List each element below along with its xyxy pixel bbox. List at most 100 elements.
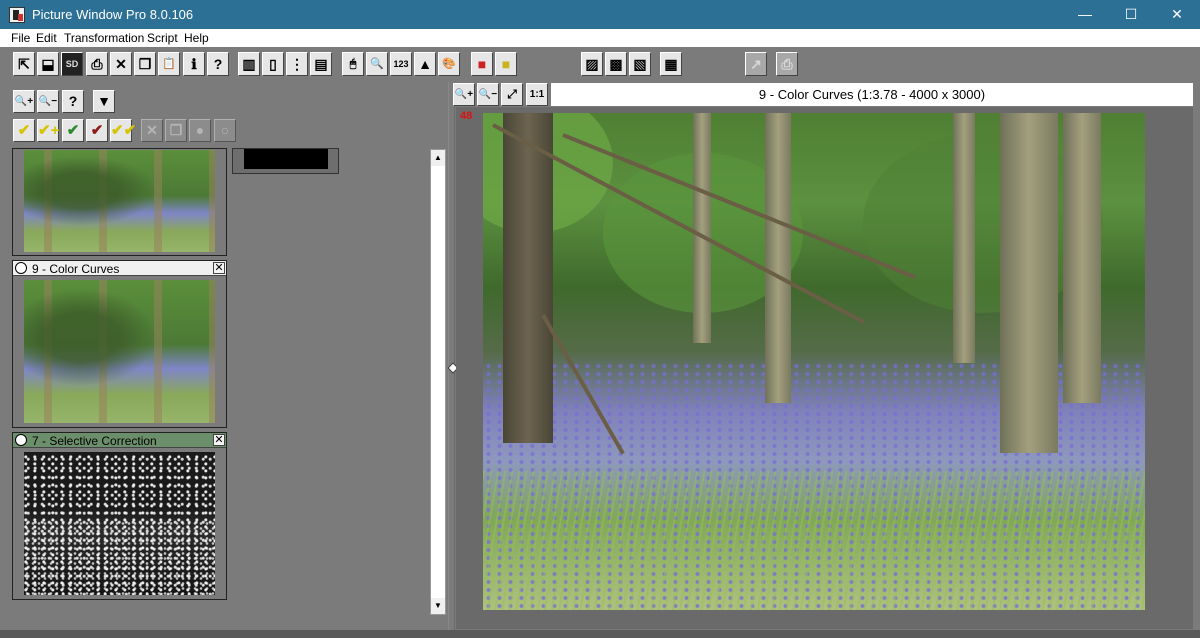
scroll-up-button[interactable]: ▲: [431, 150, 445, 166]
check-yellow-button[interactable]: ✔: [13, 119, 35, 142]
print-button[interactable]: ⎙: [86, 52, 108, 76]
thumbnail-label: 7 - Selective Correction: [32, 434, 157, 448]
layout-left-button[interactable]: ▥: [238, 52, 260, 76]
grid-button[interactable]: ▦: [660, 52, 682, 76]
close-icon: ✕: [214, 262, 224, 274]
close-icon: ✕: [214, 434, 224, 446]
mouse-icon: 🖱: [349, 58, 357, 70]
menu-edit[interactable]: Edit: [36, 31, 57, 45]
info-button[interactable]: ℹ: [183, 52, 205, 76]
graph-button[interactable]: ↗: [745, 52, 767, 76]
hatch-center-button[interactable]: ▩: [605, 52, 627, 76]
title-bar: Picture Window Pro 8.0.106 — ☐ ✕: [0, 0, 1200, 29]
hatch-right-icon: ▧: [633, 56, 647, 72]
scroll-down-button[interactable]: ▼: [431, 598, 445, 614]
mask-speckles: [24, 520, 215, 595]
layout-dots-icon: ⋮: [290, 56, 304, 72]
layout-dots-button[interactable]: ⋮: [286, 52, 308, 76]
thumbnail-image: [244, 149, 328, 169]
menu-help[interactable]: Help: [184, 31, 209, 45]
layout-right-icon: ▤: [314, 56, 328, 72]
palette-button[interactable]: 🎨: [438, 52, 460, 76]
print-icon: ⎙: [91, 56, 103, 72]
mouse-button[interactable]: 🖱: [342, 52, 364, 76]
copy-button[interactable]: ❐: [134, 52, 156, 76]
app-logo-icon: [9, 7, 25, 23]
numeric-button[interactable]: 123: [390, 52, 412, 76]
numeric-icon: 123: [393, 59, 409, 69]
menu-bar: File Edit Transformation Script Help: [0, 29, 1200, 47]
main-image[interactable]: [483, 113, 1145, 610]
copy-icon: ❐: [138, 56, 152, 72]
help-button[interactable]: ?: [207, 52, 229, 76]
circle-empty-disabled-button[interactable]: ○: [214, 119, 236, 142]
hatch-left-icon: ▨: [585, 56, 599, 72]
open-button[interactable]: ⇱: [13, 52, 35, 76]
viewer-actual-size-button[interactable]: 1:1: [526, 83, 548, 106]
magnifier-icon: 🔍: [370, 58, 384, 70]
tree-trunk: [693, 113, 711, 343]
grass: [483, 470, 1145, 610]
hatch-right-button[interactable]: ▧: [629, 52, 651, 76]
thumbnail-label: 9 - Color Curves: [32, 262, 120, 276]
thumbnail-item[interactable]: [232, 148, 339, 174]
thumbnail-image: [24, 150, 215, 252]
open-icon: ⇱: [18, 56, 30, 72]
check-red-button[interactable]: ✔: [86, 119, 108, 142]
viewer-zoom-out-button[interactable]: 🔍−: [477, 83, 499, 106]
thumbnail-close-button[interactable]: ✕: [213, 262, 225, 274]
red-gradient-button[interactable]: ■: [471, 52, 493, 76]
thumbnail-image: [24, 280, 215, 423]
panel-dropdown-button[interactable]: ▼: [93, 90, 115, 113]
save-button[interactable]: ⬓: [37, 52, 59, 76]
check-all-button[interactable]: ✔✔: [110, 119, 136, 142]
magnifier-button[interactable]: 🔍: [366, 52, 388, 76]
histogram-icon: ▲: [418, 56, 432, 72]
print-disabled-icon: ⎙: [781, 56, 793, 72]
thumbnail-select-radio[interactable]: [15, 262, 27, 274]
check-green-button[interactable]: ✔: [62, 119, 84, 142]
zoom-out-button[interactable]: 🔍−: [37, 90, 59, 113]
maximize-button[interactable]: ☐: [1108, 0, 1154, 29]
status-strip: [0, 630, 1200, 638]
menu-file[interactable]: File: [11, 31, 30, 45]
minimize-button[interactable]: —: [1062, 0, 1108, 29]
main-toolbar: ⇱ ⬓ SD ⎙ ✕ ❐ 📋 ℹ ? ▥ ▯ ⋮ ▤ 🖱 🔍 123 ▲ 🎨 ■…: [0, 47, 1200, 82]
print-alt-button[interactable]: ⎙: [776, 52, 798, 76]
hatch-left-button[interactable]: ▨: [581, 52, 603, 76]
layout-right-button[interactable]: ▤: [310, 52, 332, 76]
histogram-button[interactable]: ▲: [414, 52, 436, 76]
thumbnail-close-button[interactable]: ✕: [213, 434, 225, 446]
thumbnail-item[interactable]: 7 - Selective Correction ✕: [12, 432, 227, 600]
thumbnail-item[interactable]: 9 - Color Curves ✕: [12, 260, 227, 428]
tree-trunk: [503, 113, 553, 443]
circle-filled-disabled-button[interactable]: ●: [189, 119, 211, 142]
viewer-zoom-in-button[interactable]: 🔍+: [453, 83, 475, 106]
zoom-in-button[interactable]: 🔍+: [13, 90, 35, 113]
grid-icon: ▦: [664, 56, 678, 72]
close-window-button[interactable]: ✕: [1154, 0, 1200, 29]
corner-marker: 48: [460, 110, 473, 122]
viewer-fit-button[interactable]: ⤢: [501, 83, 523, 106]
panel-help-button[interactable]: ?: [62, 90, 84, 113]
thumbnail-item[interactable]: [12, 148, 227, 256]
menu-transformation[interactable]: Transformation: [64, 31, 144, 45]
thumbnail-header: 9 - Color Curves ✕: [13, 261, 226, 276]
panel-splitter[interactable]: [447, 82, 459, 630]
menu-script[interactable]: Script: [147, 31, 178, 45]
close-image-button[interactable]: ✕: [110, 52, 132, 76]
thumbnail-header: 7 - Selective Correction ✕: [13, 433, 226, 448]
viewer-title: 9 - Color Curves (1:3.78 - 4000 x 3000): [551, 83, 1193, 106]
save-icon: ⬓: [41, 56, 55, 72]
check-add-button[interactable]: ✔+: [37, 119, 59, 142]
thumbnail-scrollbar[interactable]: ▲ ▼: [430, 149, 446, 615]
thumbnail-select-radio[interactable]: [15, 434, 27, 446]
copy-disabled-button[interactable]: ❐: [165, 119, 187, 142]
paste-button[interactable]: 📋: [158, 52, 180, 76]
yellow-gradient-icon: ■: [501, 56, 511, 72]
layout-single-button[interactable]: ▯: [262, 52, 284, 76]
sd-card-button[interactable]: SD: [61, 52, 83, 76]
delete-disabled-button[interactable]: ✕: [141, 119, 163, 142]
yellow-gradient-button[interactable]: ■: [495, 52, 517, 76]
sd-card-icon: SD: [65, 59, 79, 69]
